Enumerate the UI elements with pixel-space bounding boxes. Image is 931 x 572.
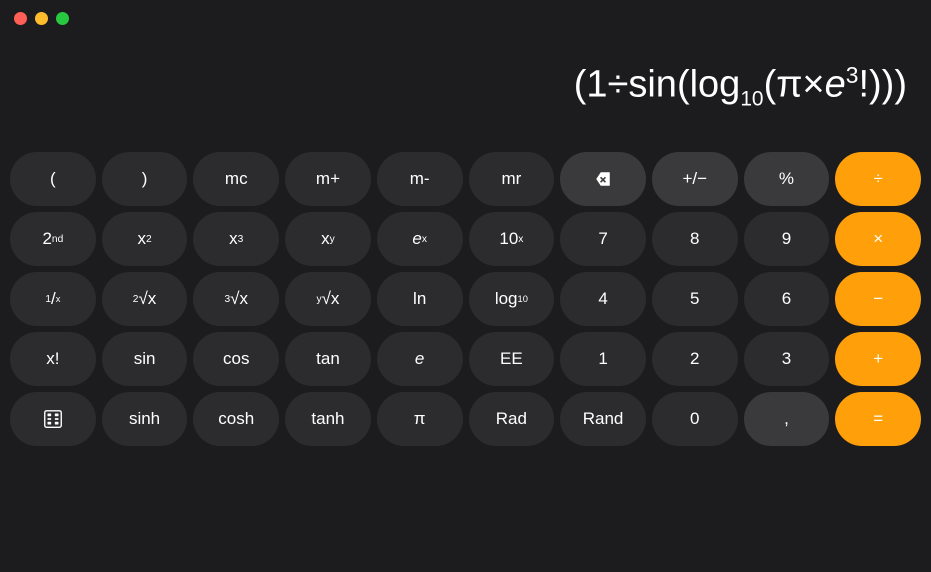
display-expression: (1÷sin(log10(π×e3!))): [574, 62, 907, 111]
ln-button[interactable]: ln: [377, 272, 463, 326]
title-bar: [0, 0, 931, 36]
cbrt-button[interactable]: 3√x: [193, 272, 279, 326]
percent-button[interactable]: %: [744, 152, 830, 206]
0-button[interactable]: 0: [652, 392, 738, 446]
cos-button[interactable]: cos: [193, 332, 279, 386]
maximize-button[interactable]: [56, 12, 69, 25]
calculator-icon-btn-button[interactable]: [10, 392, 96, 446]
tan-button[interactable]: tan: [285, 332, 371, 386]
8-button[interactable]: 8: [652, 212, 738, 266]
e-to-x-button[interactable]: ex: [377, 212, 463, 266]
plus-minus-button[interactable]: +/−: [652, 152, 738, 206]
display-area: (1÷sin(log10(π×e3!))): [0, 36, 931, 146]
backspace-button[interactable]: [560, 152, 646, 206]
subtract-button[interactable]: −: [835, 272, 921, 326]
m-plus-button[interactable]: m+: [285, 152, 371, 206]
mr-button[interactable]: mr: [469, 152, 555, 206]
button-row-0: ()mcm+m-mr +/−%÷: [10, 152, 921, 206]
add-button[interactable]: +: [835, 332, 921, 386]
x-cubed-button[interactable]: x3: [193, 212, 279, 266]
9-button[interactable]: 9: [744, 212, 830, 266]
multiply-button[interactable]: ×: [835, 212, 921, 266]
ee-button[interactable]: EE: [469, 332, 555, 386]
7-button[interactable]: 7: [560, 212, 646, 266]
traffic-lights: [14, 12, 69, 25]
cosh-button[interactable]: cosh: [193, 392, 279, 446]
2-button[interactable]: 2: [652, 332, 738, 386]
button-row-4: sinhcoshtanhπRadRand0,=: [10, 392, 921, 446]
minimize-button[interactable]: [35, 12, 48, 25]
4-button[interactable]: 4: [560, 272, 646, 326]
equals-button[interactable]: =: [835, 392, 921, 446]
6-button[interactable]: 6: [744, 272, 830, 326]
3-button[interactable]: 3: [744, 332, 830, 386]
sin-button[interactable]: sin: [102, 332, 188, 386]
rand-button[interactable]: Rand: [560, 392, 646, 446]
rad-button[interactable]: Rad: [469, 392, 555, 446]
button-row-3: x!sincostaneEE123+: [10, 332, 921, 386]
close-paren-button[interactable]: ): [102, 152, 188, 206]
factorial-button[interactable]: x!: [10, 332, 96, 386]
close-button[interactable]: [14, 12, 27, 25]
m-minus-button[interactable]: m-: [377, 152, 463, 206]
button-row-1: 2ndx2x3xyex10x789×: [10, 212, 921, 266]
button-row-2: 1/x2√x3√xy√xlnlog10456−: [10, 272, 921, 326]
x-squared-button[interactable]: x2: [102, 212, 188, 266]
10-to-x-button[interactable]: 10x: [469, 212, 555, 266]
mc-button[interactable]: mc: [193, 152, 279, 206]
yth-root-button[interactable]: y√x: [285, 272, 371, 326]
sinh-button[interactable]: sinh: [102, 392, 188, 446]
open-paren-button[interactable]: (: [10, 152, 96, 206]
e-const-button[interactable]: e: [377, 332, 463, 386]
pi-button[interactable]: π: [377, 392, 463, 446]
x-to-y-button[interactable]: xy: [285, 212, 371, 266]
1-button[interactable]: 1: [560, 332, 646, 386]
sqrt-button[interactable]: 2√x: [102, 272, 188, 326]
5-button[interactable]: 5: [652, 272, 738, 326]
buttons-area: ()mcm+m-mr +/−%÷ 2ndx2x3xyex10x789× 1/x2√x…: [0, 146, 931, 456]
tanh-button[interactable]: tanh: [285, 392, 371, 446]
decimal-button[interactable]: ,: [744, 392, 830, 446]
reciprocal-button[interactable]: 1/x: [10, 272, 96, 326]
divide-button[interactable]: ÷: [835, 152, 921, 206]
2nd-button[interactable]: 2nd: [10, 212, 96, 266]
log10-button[interactable]: log10: [469, 272, 555, 326]
